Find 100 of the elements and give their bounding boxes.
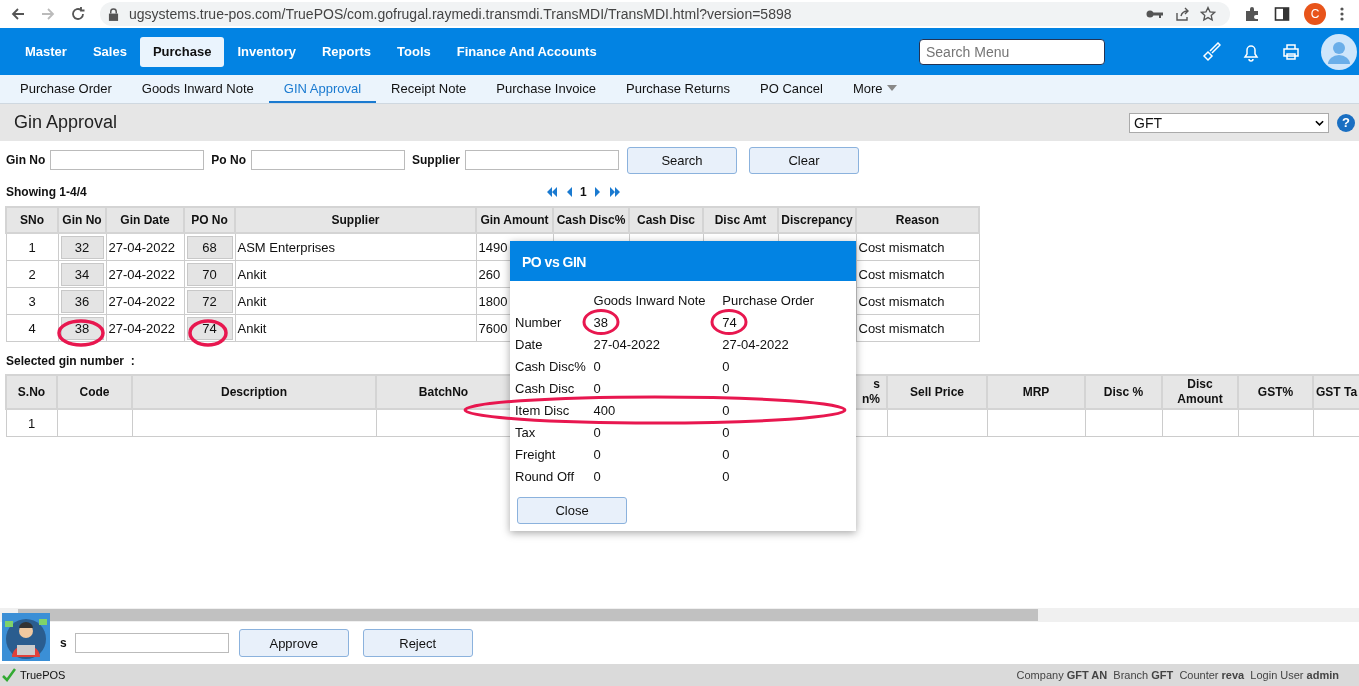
field-value: 0 [593, 468, 601, 484]
sidebar-icon[interactable] [1274, 6, 1290, 22]
column-header: GST Ta [1313, 375, 1359, 409]
help-button[interactable]: ? [1337, 113, 1355, 132]
share-icon[interactable] [1174, 6, 1190, 22]
menu-tab[interactable]: Tools [384, 36, 444, 67]
last-page-icon[interactable] [608, 187, 621, 197]
menu-tab[interactable]: Sales [79, 36, 140, 67]
filter-field[interactable] [465, 150, 619, 170]
submenu-tab[interactable]: Purchase Invoice [481, 75, 611, 103]
action-button[interactable]: Reject [362, 629, 473, 657]
support-bot-icon[interactable] [2, 613, 50, 661]
column-header: Code [57, 375, 132, 409]
menu-tab[interactable]: Purchase [139, 36, 225, 67]
filter-field[interactable] [251, 150, 405, 170]
table-cell: 4 [6, 314, 58, 342]
kebab-menu-icon[interactable] [1340, 6, 1344, 22]
previous-page-icon[interactable] [566, 187, 572, 197]
app-name: TruePOS [20, 669, 66, 681]
page-number: 1 [580, 185, 587, 199]
column-header: Disc Amount [1162, 375, 1238, 409]
column-header: S.No [6, 375, 57, 409]
annotation-circle [582, 309, 620, 335]
field-value: 0 [593, 424, 601, 440]
filter-label: Gin No [6, 153, 46, 167]
submenu-tab[interactable]: Goods Inward Note [126, 75, 269, 103]
column-heading: Goods Inward Note [593, 292, 707, 308]
field-value: 0 [722, 380, 730, 396]
gin-number-button[interactable]: 32 [60, 235, 104, 259]
search-field[interactable]: Search Menu [919, 38, 1105, 65]
session-info: Company GFT AN Branch GFT Counter reva Login User admin [1016, 669, 1339, 681]
column-header: Discrepancy [778, 207, 856, 233]
table-cell: 1 [6, 233, 58, 261]
field-value: 0 [722, 446, 730, 462]
brush-icon[interactable] [1201, 41, 1221, 62]
field-value: 0 [722, 358, 730, 374]
action-button[interactable]: Approve [238, 629, 349, 657]
key-icon[interactable] [1146, 9, 1164, 19]
annotation-circle [710, 309, 748, 335]
gin-number-button[interactable]: 34 [60, 262, 104, 286]
reload-icon[interactable] [70, 6, 86, 22]
field-value: 0 [593, 380, 601, 396]
menu-tab[interactable]: Inventory [224, 36, 309, 67]
dropdown-caret-icon[interactable] [1315, 119, 1324, 126]
po-number-button[interactable]: 70 [186, 262, 233, 286]
column-header: SNo [6, 207, 58, 233]
filter-button[interactable]: Search [627, 146, 737, 174]
field-value: 27-04-2022 [593, 336, 660, 352]
field-value: 0 [593, 358, 601, 374]
next-page-icon[interactable] [594, 187, 601, 197]
first-page-icon[interactable] [546, 187, 558, 197]
gin-number-button[interactable]: 36 [60, 289, 104, 313]
column-header: GST% [1238, 375, 1313, 409]
close-button[interactable]: Close [517, 497, 627, 524]
table-cell: Ankit [235, 314, 476, 342]
field-value: 0 [722, 424, 730, 440]
remarks-field[interactable] [74, 633, 229, 653]
filter-button[interactable]: Clear [749, 146, 859, 174]
back-icon[interactable] [10, 6, 26, 22]
field-value: 400 [593, 402, 616, 418]
field-label: Round Off [515, 468, 576, 484]
user-avatar-icon[interactable] [1321, 33, 1357, 70]
field-value: 0 [722, 402, 730, 418]
remarks-label: s [60, 636, 67, 650]
menu-tab[interactable]: Reports [308, 36, 385, 67]
table-cell: 27-04-2022 [106, 233, 184, 261]
horizontal-scrollbar[interactable] [0, 608, 1359, 622]
address-bar[interactable]: ugsystems.true-pos.com/TruePOS/com.gofrugal.raymedi.transmdi.TransMDI/TransMDI.html?version=5898 [100, 2, 1230, 26]
field-value: 0 [593, 446, 601, 462]
table-cell: 2 [6, 260, 58, 288]
column-header: Sell Price [887, 375, 987, 409]
field-value: 27-04-2022 [722, 336, 789, 352]
submenu-tab[interactable]: Receipt Note [376, 75, 482, 103]
field-label: Freight [515, 446, 557, 462]
submenu-tab[interactable]: Purchase Returns [611, 75, 746, 103]
po-number-button[interactable]: 72 [186, 289, 233, 313]
puzzle-icon[interactable] [1244, 6, 1260, 22]
column-header: Gin Amount [476, 207, 553, 233]
menu-tab[interactable]: Master [12, 36, 80, 67]
field-label: Tax [515, 424, 537, 440]
field-value: 38 [593, 314, 608, 330]
table-cell: 3 [6, 287, 58, 315]
field-label: Cash Disc [515, 380, 576, 396]
caret-icon[interactable] [886, 85, 897, 91]
submenu-tab[interactable]: PO Cancel [745, 75, 838, 103]
menu-tab[interactable]: Finance And Accounts [443, 36, 610, 67]
profile-avatar[interactable]: C [1304, 3, 1326, 25]
selected-gin-label: Selected gin number : [6, 354, 135, 368]
column-header: Gin Date [106, 207, 184, 233]
more-menu[interactable]: More [852, 80, 883, 96]
table-cell: 27-04-2022 [106, 314, 184, 342]
page-title: Gin Approval [14, 112, 118, 133]
submenu-tab[interactable]: Purchase Order [5, 75, 127, 103]
table-cell: 1 [6, 409, 57, 437]
branch-select[interactable]: GFT [1129, 112, 1329, 133]
printer-icon[interactable] [1281, 41, 1301, 62]
po-number-button[interactable]: 68 [186, 235, 233, 259]
filter-field[interactable] [50, 150, 205, 170]
star-icon[interactable] [1200, 6, 1216, 22]
field-label: Cash Disc% [515, 358, 587, 374]
